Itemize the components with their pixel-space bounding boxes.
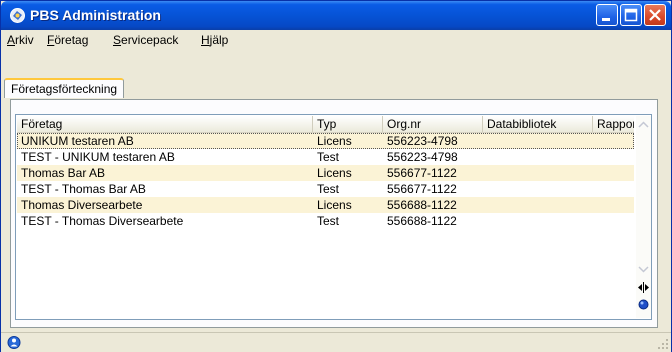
cell-org-nr: 556688-1122 [387,214,457,228]
table-row[interactable]: Thomas Bar AB Licens 556677-1122 [17,165,634,181]
column-header-org-nr[interactable]: Org.nr [383,116,483,132]
table-row[interactable]: UNIKUM testaren AB Licens 556223-4798 [17,133,634,149]
menu-servicepack[interactable]: Servicepack [113,33,178,47]
cell-type: Licens [317,166,352,180]
column-header-company[interactable]: Företag [17,116,313,132]
title-bar[interactable]: PBS Administration [1,1,671,30]
app-window: PBS Administration Arkiv Företag Service… [0,0,672,352]
cell-type: Licens [317,198,352,212]
company-list[interactable]: Företag Typ Org.nr Databibliotek Rapport… [15,114,652,320]
vertical-scrollbar[interactable] [636,116,651,318]
cell-type: Test [317,182,340,196]
status-bar [1,332,671,352]
cell-company: Thomas Bar AB [21,166,106,180]
resize-grip-icon[interactable] [657,338,669,350]
column-header-type[interactable]: Typ [313,116,383,132]
menu-arkiv[interactable]: Arkiv [7,33,34,47]
cell-org-nr: 556223-4798 [387,134,458,148]
cell-org-nr: 556677-1122 [387,166,457,180]
table-row[interactable]: TEST - Thomas Bar AB Test 556677-1122 [17,181,634,197]
scroll-up-icon[interactable] [636,117,651,132]
maximize-icon [624,8,638,22]
pbs-app-icon [10,8,25,23]
menu-hjalp[interactable]: Hjälp [201,33,228,47]
list-header: Företag Typ Org.nr Databibliotek Rapport… [17,116,634,133]
scroll-position-icon[interactable] [636,297,651,312]
close-button[interactable] [644,4,666,26]
user-status-icon [7,336,21,349]
maximize-button[interactable] [620,4,642,26]
cell-org-nr: 556688-1122 [387,198,457,212]
cell-type: Test [317,150,340,164]
cell-company: UNIKUM testaren AB [21,134,134,148]
table-row[interactable]: Thomas Diversearbete Licens 556688-1122 [17,197,634,213]
menu-bar: Arkiv Företag Servicepack Hjälp [1,30,671,51]
cell-company: TEST - UNIKUM testaren AB [21,150,175,164]
cell-org-nr: 556677-1122 [387,182,457,196]
minimize-button[interactable] [596,4,618,26]
column-header-report[interactable]: Rapportb [593,116,634,132]
table-row[interactable]: TEST - Thomas Diversearbete Test 556688-… [17,213,634,229]
minimize-icon [602,18,610,21]
column-header-library[interactable]: Databibliotek [483,116,593,132]
cell-type: Test [317,214,340,228]
scroll-down-icon[interactable] [636,262,651,277]
table-row[interactable]: TEST - UNIKUM testaren AB Test 556223-47… [17,149,634,165]
close-icon [649,9,661,21]
cell-company: TEST - Thomas Diversearbete [21,214,184,228]
cell-company: TEST - Thomas Bar AB [21,182,146,196]
horizontal-scroll-icon[interactable] [636,280,651,295]
cell-org-nr: 556223-4798 [387,150,458,164]
menu-foretag[interactable]: Företag [47,33,88,47]
cell-company: Thomas Diversearbete [21,198,143,212]
tab-foretagsforteckning[interactable]: Företagsförteckning [4,78,125,98]
cell-type: Licens [317,134,352,148]
window-title: PBS Administration [30,7,161,23]
